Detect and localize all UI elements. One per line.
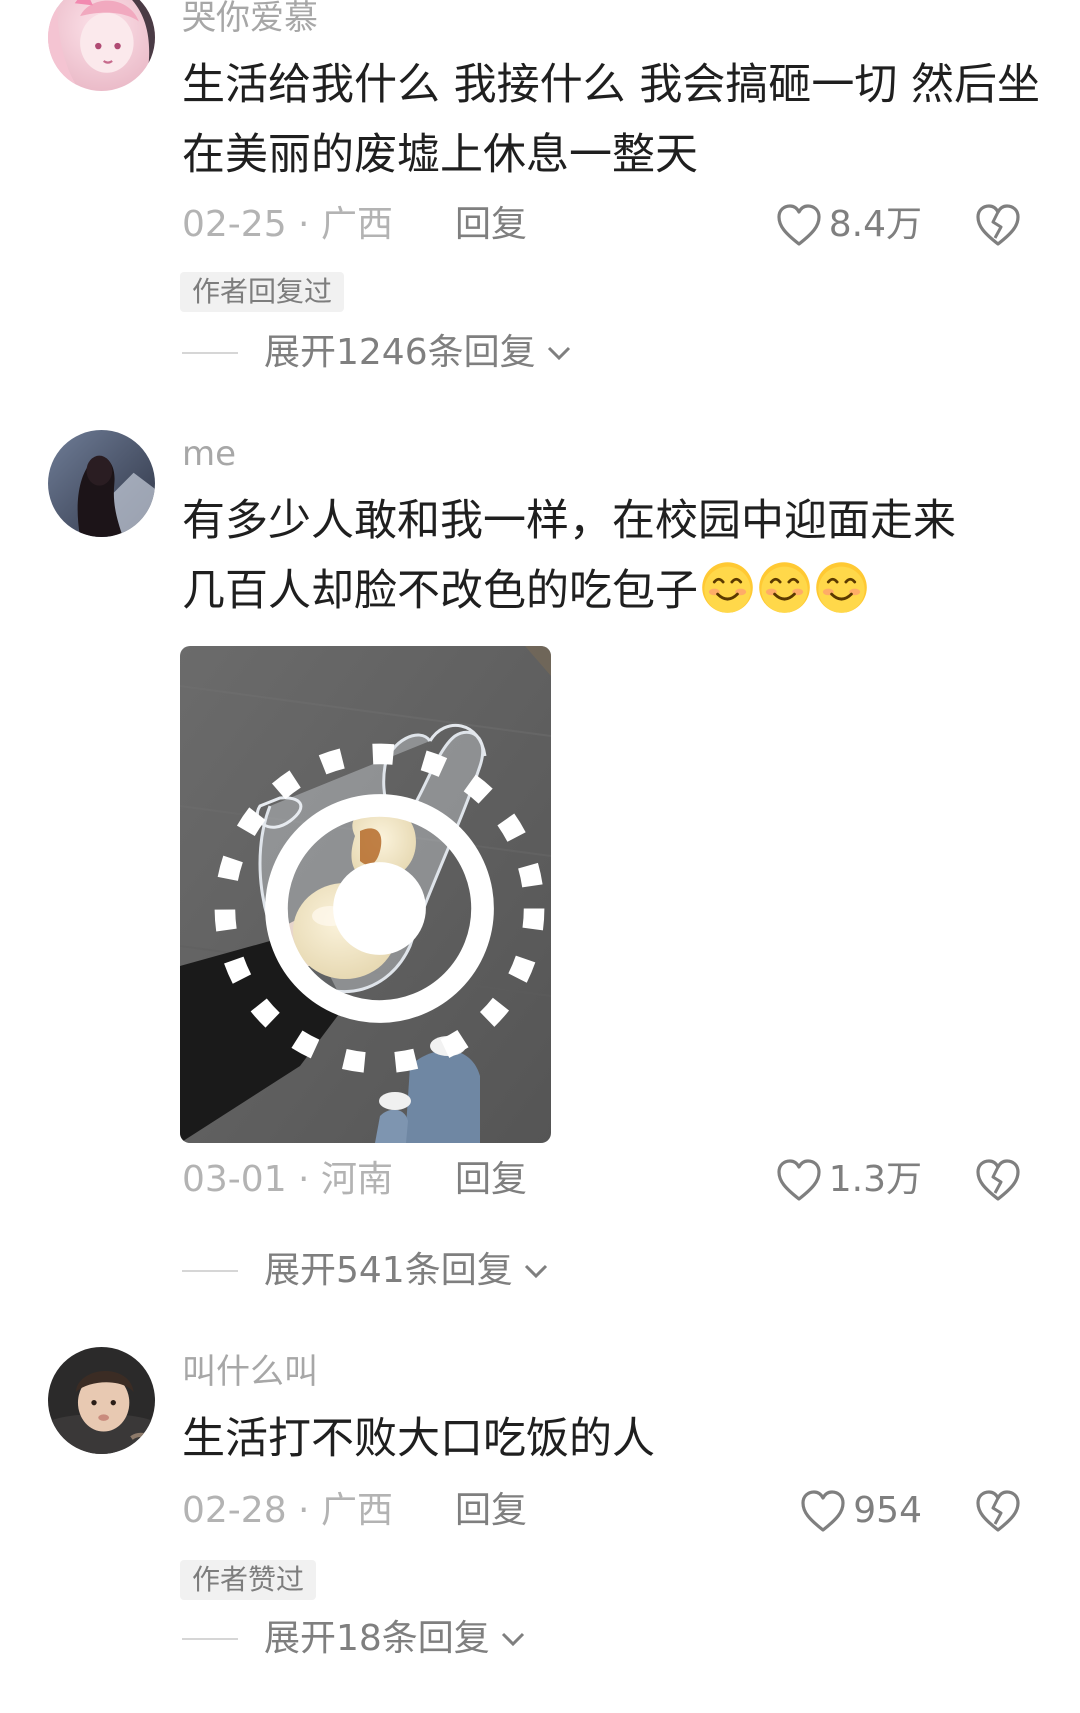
user-avatar[interactable] — [48, 1347, 155, 1454]
date-location: 02-28 · 广西 — [182, 1490, 393, 1531]
live-photo-icon — [214, 743, 545, 1074]
smiling-face-icon — [700, 560, 755, 615]
user-avatar[interactable] — [48, 0, 155, 91]
chevron-down-icon — [524, 1264, 547, 1279]
smiling-face-icon — [814, 560, 869, 615]
comment-list: 哭你爱慕 生活给我什么 我接什么 我会搞砸一切 然后坐在美丽的废墟上休息一整天 … — [0, 0, 1080, 1713]
young-person-avatar-icon — [48, 1347, 155, 1454]
expand-replies-label: 展开541条回复 — [264, 1250, 513, 1291]
smiling-face-icon — [757, 560, 812, 615]
divider-line — [182, 352, 238, 354]
heart-icon — [777, 1159, 821, 1201]
comment-meta: 02-25 · 广西 回复 8.4万 — [182, 200, 1022, 250]
comment-username[interactable]: 叫什么叫 — [182, 1352, 318, 1392]
like-button[interactable]: 954 — [799, 1486, 922, 1536]
user-avatar[interactable] — [48, 430, 155, 537]
like-count: 8.4万 — [828, 204, 922, 245]
chevron-down-icon — [547, 346, 570, 361]
heart-icon — [777, 204, 821, 246]
like-button[interactable]: 1.3万 — [775, 1155, 922, 1205]
comment-meta: 03-01 · 河南 回复 1.3万 — [182, 1155, 1022, 1205]
broken-heart-icon[interactable] — [974, 1157, 1022, 1203]
chevron-down-icon — [501, 1632, 524, 1647]
broken-heart-icon[interactable] — [974, 202, 1022, 248]
comment-text: 生活给我什么 我接什么 我会搞砸一切 然后坐在美丽的废墟上休息一整天 — [182, 60, 1041, 180]
reply-button[interactable]: 回复 — [455, 200, 527, 250]
divider-line — [182, 1270, 238, 1272]
reply-button[interactable]: 回复 — [455, 1155, 527, 1205]
reply-button[interactable]: 回复 — [455, 1486, 527, 1536]
date-location: 03-01 · 河南 — [182, 1159, 393, 1200]
broken-heart-icon[interactable] — [974, 1488, 1022, 1534]
comment-username[interactable]: me — [182, 434, 236, 474]
expand-replies-button[interactable]: 展开541条回复 — [182, 1246, 553, 1296]
like-count: 1.3万 — [828, 1159, 922, 1200]
comment-photo[interactable] — [180, 646, 551, 1143]
author-liked-tag: 作者赞过 — [180, 1560, 317, 1600]
like-button[interactable]: 8.4万 — [775, 200, 922, 250]
heart-icon — [801, 1490, 845, 1532]
divider-line — [182, 1638, 238, 1640]
expand-replies-label: 展开1246条回复 — [264, 332, 536, 373]
author-replied-tag: 作者回复过 — [180, 272, 345, 312]
comment-text: 生活打不败大口吃饭的人 — [182, 1414, 655, 1464]
comment-text: 有多少人敢和我一样，在校园中迎面走来几百人却脸不改色的吃包子 — [182, 486, 982, 626]
expand-replies-button[interactable]: 展开1246条回复 — [182, 328, 576, 378]
like-count: 954 — [853, 1490, 922, 1531]
anime-girl-avatar-icon — [48, 0, 155, 91]
date-location: 02-25 · 广西 — [182, 204, 393, 245]
comment-meta: 02-28 · 广西 回复 954 — [182, 1486, 1022, 1536]
comment-username[interactable]: 哭你爱慕 — [182, 0, 318, 38]
hooded-figure-avatar-icon — [48, 430, 155, 537]
expand-replies-label: 展开18条回复 — [264, 1618, 490, 1659]
expand-replies-button[interactable]: 展开18条回复 — [182, 1614, 530, 1664]
